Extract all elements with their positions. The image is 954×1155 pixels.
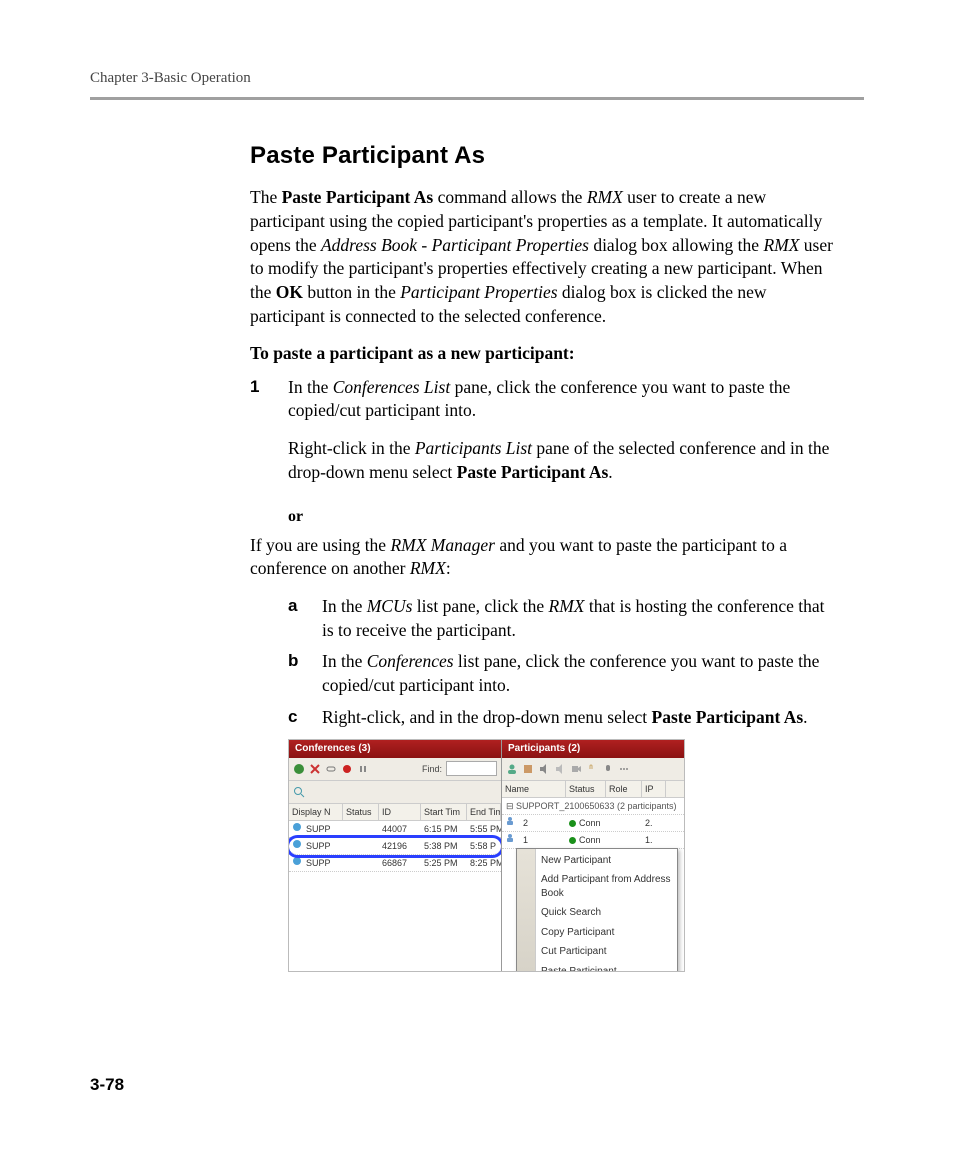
step-1-text: In the Conferences List pane, click the … xyxy=(288,376,834,423)
menu-item[interactable]: Cut Participant xyxy=(517,942,677,962)
link-icon[interactable] xyxy=(325,763,337,775)
conferences-columns: Display NStatusIDStart TimEnd Tim xyxy=(289,804,501,821)
menu-item[interactable]: Paste Participant xyxy=(517,962,677,971)
cell: 1. xyxy=(642,834,666,846)
search-icon[interactable] xyxy=(293,786,305,798)
participants-toolbar xyxy=(502,758,684,781)
conferences-pane: Conferences (3) Find: xyxy=(289,740,502,971)
substep-c-text: Right-click, and in the drop-down menu s… xyxy=(322,706,834,730)
header-rule xyxy=(90,97,864,100)
substep-b: b In the Conferences list pane, click th… xyxy=(288,650,834,697)
mic-icon[interactable] xyxy=(602,763,614,775)
more-icon[interactable] xyxy=(618,763,630,775)
record-icon[interactable] xyxy=(341,763,353,775)
column-header[interactable]: Status xyxy=(343,804,379,820)
column-header[interactable]: Role xyxy=(606,781,642,797)
camera-icon[interactable] xyxy=(570,763,582,775)
page-number: 3-78 xyxy=(90,1075,124,1095)
substep-b-text: In the Conferences list pane, click the … xyxy=(322,650,834,697)
conference-icon xyxy=(289,856,303,869)
add-participant-icon[interactable] xyxy=(506,763,518,775)
column-header[interactable]: ID xyxy=(379,804,421,820)
menu-item[interactable]: New Participant xyxy=(517,851,677,871)
column-header[interactable]: End Tim xyxy=(467,804,501,820)
cell: SUPP xyxy=(303,823,343,835)
cell: SUPP xyxy=(303,857,343,869)
find-label: Find: xyxy=(422,763,442,775)
cell: 66867 xyxy=(379,857,421,869)
column-header[interactable]: Start Tim xyxy=(421,804,467,820)
substep-a: a In the MCUs list pane, click the RMX t… xyxy=(288,595,834,642)
participant-icon xyxy=(502,816,520,829)
cell: 2 xyxy=(520,817,566,829)
conference-icon xyxy=(289,839,303,852)
menu-item[interactable]: Copy Participant xyxy=(517,923,677,943)
conferences-rows: SUPP440076:15 PM5:55 PMSUPP421965:38 PM5… xyxy=(289,821,501,971)
conference-icon xyxy=(289,822,303,835)
participants-columns: NameStatusRoleIP xyxy=(502,781,684,798)
substep-marker: c xyxy=(288,706,322,730)
delete-icon[interactable] xyxy=(309,763,321,775)
substep-a-text: In the MCUs list pane, click the RMX tha… xyxy=(322,595,834,642)
column-header[interactable]: Status xyxy=(566,781,606,797)
substep-marker: b xyxy=(288,650,322,697)
substep-c: c Right-click, and in the drop-down menu… xyxy=(288,706,834,730)
cell: 5:55 PM xyxy=(467,823,501,835)
context-menu: New ParticipantAdd Participant from Addr… xyxy=(516,848,678,971)
or-label: or xyxy=(288,506,834,528)
addressbook-icon[interactable] xyxy=(522,763,534,775)
section-title: Paste Participant As xyxy=(250,140,834,172)
cell: 44007 xyxy=(379,823,421,835)
column-header[interactable]: IP xyxy=(642,781,666,797)
unmute-icon[interactable] xyxy=(554,763,566,775)
hand-icon[interactable] xyxy=(586,763,598,775)
column-header[interactable]: Name xyxy=(502,781,566,797)
participant-row[interactable]: 2Conn 2. xyxy=(502,815,684,832)
cell: 6:15 PM xyxy=(421,823,467,835)
conferences-title: Conferences (3) xyxy=(289,740,501,758)
body-content: Paste Participant As The Paste Participa… xyxy=(250,140,834,972)
pause-icon[interactable] xyxy=(357,763,369,775)
new-conference-icon[interactable] xyxy=(293,763,305,775)
cell: 5:58 P xyxy=(467,840,501,852)
participant-group[interactable]: ⊟ SUPPORT_2100650633 (2 participants) xyxy=(502,798,684,815)
task-heading: To paste a participant as a new particip… xyxy=(250,342,834,366)
running-header: Chapter 3-Basic Operation xyxy=(90,70,864,87)
participant-icon xyxy=(502,833,520,846)
conference-row[interactable]: SUPP 421965:38 PM5:58 P xyxy=(289,838,501,855)
cell: 5:25 PM xyxy=(421,857,467,869)
cell: 42196 xyxy=(379,840,421,852)
conference-row[interactable]: SUPP 668675:25 PM8:25 PM xyxy=(289,855,501,872)
cell: 2. xyxy=(642,817,666,829)
substep-marker: a xyxy=(288,595,322,642)
participants-title: Participants (2) xyxy=(502,740,684,758)
intro-paragraph: The Paste Participant As command allows … xyxy=(250,186,834,328)
participants-rows: ⊟ SUPPORT_2100650633 (2 participants)2Co… xyxy=(502,798,684,971)
participant-row[interactable]: 1Conn 1. xyxy=(502,832,684,849)
cell: 8:25 PM xyxy=(467,857,501,869)
conference-row[interactable]: SUPP 440076:15 PM5:55 PM xyxy=(289,821,501,838)
alt-intro: If you are using the RMX Manager and you… xyxy=(250,534,834,581)
conferences-toolbar: Find: xyxy=(289,758,501,781)
step-1b-text: Right-click in the Participants List pan… xyxy=(288,437,834,484)
step-marker: 1 xyxy=(250,376,288,499)
cell: 5:38 PM xyxy=(421,840,467,852)
participants-pane: Participants (2) xyxy=(502,740,684,971)
mute-icon[interactable] xyxy=(538,763,550,775)
column-header[interactable]: Display N xyxy=(289,804,343,820)
find-input[interactable] xyxy=(446,761,497,776)
status-cell: Conn xyxy=(566,834,606,846)
conferences-toolbar2 xyxy=(289,781,501,804)
step-1: 1 In the Conferences List pane, click th… xyxy=(250,376,834,499)
menu-item[interactable]: Quick Search xyxy=(517,903,677,923)
status-cell: Conn xyxy=(566,817,606,829)
menu-item[interactable]: Add Participant from Address Book xyxy=(517,870,677,903)
embedded-screenshot: Conferences (3) Find: xyxy=(288,739,685,972)
cell: 1 xyxy=(520,834,566,846)
cell: SUPP xyxy=(303,840,343,852)
